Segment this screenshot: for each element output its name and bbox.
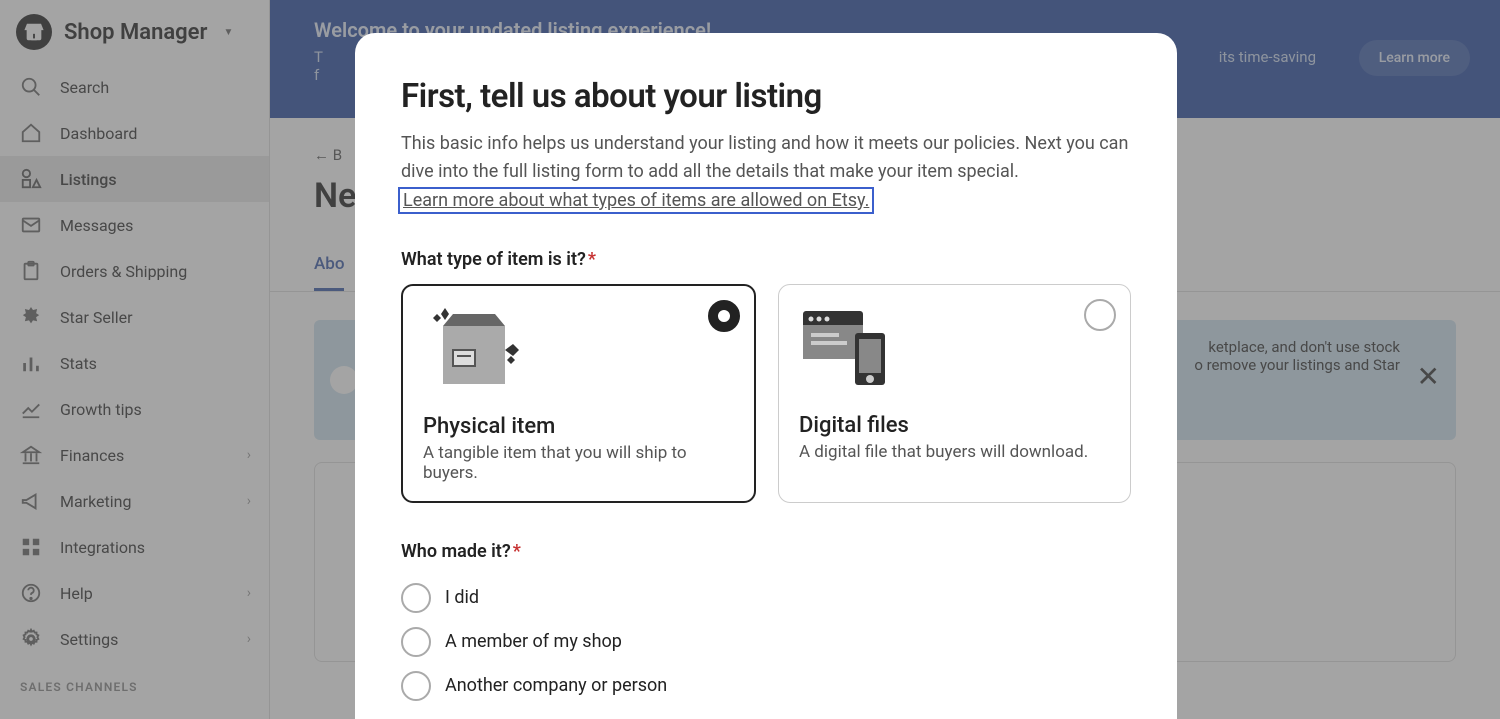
physical-item-illustration [423, 302, 734, 392]
question-who-made: Who made it?* [401, 541, 1131, 562]
who-made-options: I did A member of my shop Another compan… [401, 576, 1131, 708]
card-title: Digital files [799, 413, 1110, 438]
radio-member-of-shop[interactable]: A member of my shop [401, 620, 1131, 664]
card-physical-item[interactable]: Physical item A tangible item that you w… [401, 284, 756, 503]
digital-files-illustration [799, 301, 1110, 391]
radio-label: I did [445, 587, 479, 608]
required-asterisk: * [513, 541, 521, 562]
card-digital-files[interactable]: Digital files A digital file that buyers… [778, 284, 1131, 503]
card-desc: A tangible item that you will ship to bu… [423, 443, 734, 483]
modal-title: First, tell us about your listing [401, 77, 1131, 116]
radio-selected-icon [708, 300, 740, 332]
learn-more-link[interactable]: Learn more about what types of items are… [401, 190, 871, 211]
card-title: Physical item [423, 414, 734, 439]
question-item-type: What type of item is it?* [401, 249, 1131, 270]
modal-description: This basic info helps us understand your… [401, 130, 1131, 186]
listing-type-modal: First, tell us about your listing This b… [355, 33, 1177, 719]
required-asterisk: * [588, 249, 596, 270]
radio-unselected-icon [401, 627, 431, 657]
card-desc: A digital file that buyers will download… [799, 442, 1110, 462]
radio-i-did[interactable]: I did [401, 576, 1131, 620]
radio-unselected-icon [401, 583, 431, 613]
type-card-row: Physical item A tangible item that you w… [401, 284, 1131, 503]
radio-unselected-icon [401, 671, 431, 701]
radio-unselected-icon [1084, 299, 1116, 331]
radio-another-company[interactable]: Another company or person [401, 664, 1131, 708]
radio-label: Another company or person [445, 675, 667, 696]
radio-label: A member of my shop [445, 631, 622, 652]
